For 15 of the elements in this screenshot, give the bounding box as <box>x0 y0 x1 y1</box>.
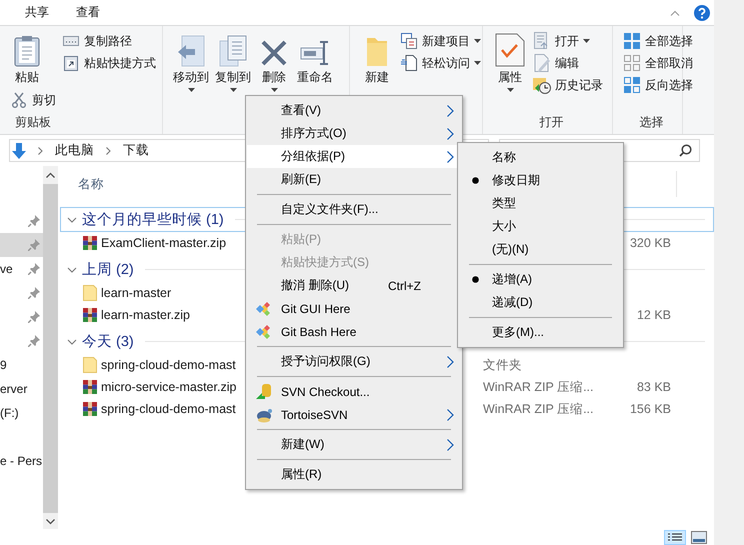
file-size: 156 KB <box>630 402 671 416</box>
nav-item-label: e - Pers <box>0 454 42 468</box>
file-size: 83 KB <box>636 380 671 394</box>
nav-item-label: erver <box>0 382 28 396</box>
file-size: 320 KB <box>630 236 671 250</box>
nav-item-label: 9 <box>0 358 7 372</box>
nav-item-label: (F:) <box>0 406 19 420</box>
group-label: 打开 <box>538 114 564 131</box>
file-type: 文件夹 <box>483 356 522 374</box>
group-label: 剪贴板 <box>14 114 52 131</box>
file-type: WinRAR ZIP 压缩... <box>483 378 594 396</box>
file-type: WinRAR ZIP 压缩... <box>483 400 594 418</box>
group-label: 选择 <box>638 114 664 131</box>
file-size: 12 KB <box>636 308 671 322</box>
nav-item-label: ve <box>0 262 13 276</box>
